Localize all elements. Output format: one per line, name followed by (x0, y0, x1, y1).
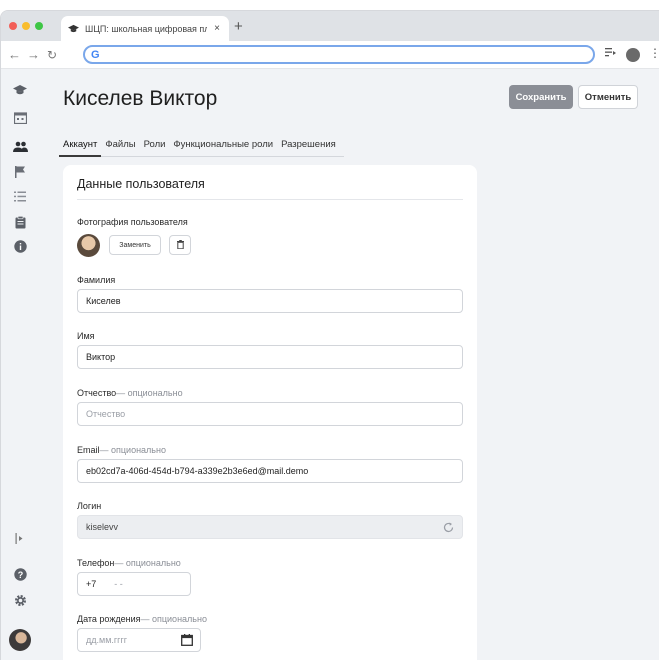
calendar-icon[interactable] (11, 109, 29, 127)
expand-sidebar-icon[interactable] (11, 529, 29, 547)
birthdate-input[interactable]: дд.мм.гггг (77, 628, 201, 652)
email-input[interactable]: eb02cd7a-406d-454d-b794-a339e2b3e6ed@mai… (77, 459, 463, 483)
browser-window: ШЦП: школьная цифровая пл × + ← → ↻ G ⋮ (0, 10, 659, 660)
browser-toolbar: ← → ↻ G ⋮ (1, 41, 659, 69)
phone-mask: - - (114, 579, 123, 589)
list-icon[interactable] (11, 187, 29, 205)
graduation-cap-icon[interactable] (11, 81, 29, 99)
optional-suffix: — опционально (114, 558, 181, 568)
user-tabs: Аккаунт Файлы Роли Функциональные роли Р… (58, 139, 344, 157)
email-label-text: Email (77, 445, 100, 455)
user-photo (77, 234, 100, 257)
login-label: Логин (77, 501, 102, 511)
info-icon[interactable] (11, 237, 29, 255)
gear-icon[interactable] (11, 591, 29, 609)
people-icon[interactable] (11, 137, 29, 155)
svg-text:?: ? (17, 569, 23, 579)
tab-permissions[interactable]: Разрешения (281, 139, 336, 150)
save-button[interactable]: Сохранить (509, 85, 573, 109)
birthdate-label-text: Дата рождения (77, 614, 141, 624)
phone-input[interactable]: +7 - - (77, 572, 191, 596)
middle-name-input[interactable]: Отчество (77, 402, 463, 426)
reading-list-icon[interactable] (605, 48, 616, 60)
address-bar[interactable]: G (83, 45, 595, 64)
optional-suffix: — опционально (116, 388, 183, 398)
divider (77, 199, 463, 200)
main-content: Киселев Виктор Сохранить Отменить Аккаун… (41, 69, 659, 660)
last-name-label: Фамилия (77, 275, 116, 285)
tab-roles[interactable]: Роли (144, 139, 166, 150)
graduation-cap-icon (67, 23, 79, 35)
tab-account[interactable]: Аккаунт (58, 139, 102, 157)
last-name-input[interactable]: Киселев (77, 289, 463, 313)
delete-photo-button[interactable] (169, 235, 191, 255)
tab-files[interactable]: Файлы (105, 139, 135, 150)
photo-label: Фотография пользователя (77, 217, 188, 227)
menu-dots-icon[interactable]: ⋮ (649, 46, 659, 60)
card-title: Данные пользователя (77, 177, 205, 191)
login-input: kiselevv (77, 515, 463, 539)
page-title: Киселев Виктор (63, 87, 218, 110)
google-icon: G (91, 48, 100, 61)
user-avatar[interactable] (9, 629, 31, 651)
first-name-label: Имя (77, 331, 95, 341)
back-arrow-icon[interactable]: ← (8, 47, 21, 62)
tab-functional-roles[interactable]: Функциональные роли (173, 139, 273, 150)
user-data-card: Данные пользователя Фотография пользоват… (63, 165, 477, 660)
refresh-icon[interactable] (443, 522, 454, 535)
replace-photo-button[interactable]: Заменить (109, 235, 161, 255)
login-value: kiselevv (86, 522, 119, 532)
middle-name-label: Отчество— опционально (77, 388, 183, 398)
trash-icon (176, 236, 184, 254)
browser-tab[interactable]: ШЦП: школьная цифровая пл × (61, 16, 229, 41)
middle-name-label-text: Отчество (77, 388, 117, 398)
tab-bar: ШЦП: школьная цифровая пл × + (1, 11, 659, 41)
minimize-window-button[interactable] (22, 22, 30, 30)
reload-icon[interactable]: ↻ (47, 48, 57, 62)
phone-prefix: +7 (86, 579, 97, 589)
profile-avatar[interactable] (626, 48, 640, 62)
help-icon[interactable]: ? (11, 565, 29, 583)
tab-title: ШЦП: школьная цифровая пл (85, 23, 207, 34)
phone-label: Телефон— опционально (77, 558, 181, 568)
email-label: Email— опционально (77, 445, 166, 455)
new-tab-button[interactable]: + (234, 18, 243, 35)
clipboard-icon[interactable] (11, 213, 29, 231)
calendar-icon[interactable] (181, 634, 193, 648)
flag-icon[interactable] (11, 163, 29, 181)
maximize-window-button[interactable] (35, 22, 43, 30)
close-window-button[interactable] (9, 22, 17, 30)
first-name-input[interactable]: Виктор (77, 345, 463, 369)
tab-close-icon[interactable]: × (211, 23, 223, 34)
birthdate-placeholder: дд.мм.гггг (86, 635, 128, 645)
sidebar-rail: ? (1, 69, 41, 660)
cancel-button[interactable]: Отменить (578, 85, 638, 109)
birthdate-label: Дата рождения— опционально (77, 614, 207, 624)
optional-suffix: — опционально (99, 445, 166, 455)
optional-suffix: — опционально (140, 614, 207, 624)
forward-arrow-icon[interactable]: → (27, 47, 40, 62)
phone-label-text: Телефон (77, 558, 115, 568)
